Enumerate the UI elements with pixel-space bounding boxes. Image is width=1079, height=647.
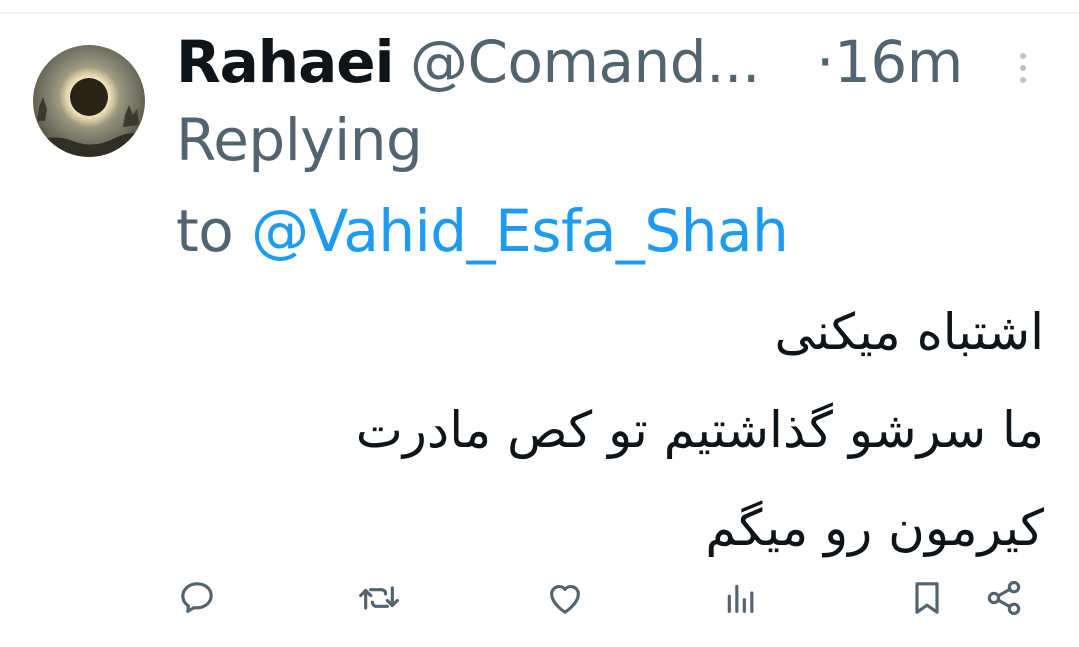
like-icon — [550, 584, 580, 614]
bookmark-button[interactable] — [905, 570, 949, 626]
replying-label: Replying — [176, 106, 423, 174]
replying-mention-link[interactable]: @Vahid_Esfa_Shah — [251, 197, 789, 265]
author-handle[interactable]: @Comand... — [410, 26, 760, 98]
author-name[interactable]: Rahaei — [176, 26, 394, 98]
avatar[interactable] — [33, 45, 145, 157]
tweet-text: اشتباه میکنی ما سرشو گذاشتیم تو کص مادرت… — [224, 283, 1044, 577]
views-button[interactable] — [719, 570, 763, 626]
replying-to-line: to @Vahid_Esfa_Shah — [176, 195, 789, 267]
tweet-header: Rahaei @Comand... ·16m — [176, 26, 1036, 98]
more-vertical-icon[interactable] — [1014, 50, 1032, 90]
views-icon — [727, 584, 754, 613]
time-label: 16m — [833, 28, 963, 96]
share-button[interactable] — [982, 570, 1026, 626]
tweet-text-line: ما سرشو گذاشتیم تو کص مادرت — [355, 401, 1044, 459]
retweet-button[interactable] — [357, 570, 401, 626]
replying-to-word: to — [176, 197, 234, 265]
retweet-icon — [359, 586, 399, 610]
separator-dot: · — [816, 28, 834, 96]
tweet-text-line: اشتباه میکنی — [774, 303, 1044, 361]
top-divider — [0, 12, 1079, 14]
reply-button[interactable] — [175, 570, 219, 626]
share-icon — [987, 580, 1021, 616]
reply-icon — [181, 582, 213, 613]
like-button[interactable] — [543, 570, 587, 626]
timestamp[interactable]: ·16m — [816, 26, 963, 98]
tweet-text-line: کیرمون رو میگم — [705, 499, 1044, 557]
bookmark-icon — [915, 582, 939, 614]
action-bar — [0, 570, 1079, 630]
avatar-eclipse-image — [33, 45, 145, 157]
